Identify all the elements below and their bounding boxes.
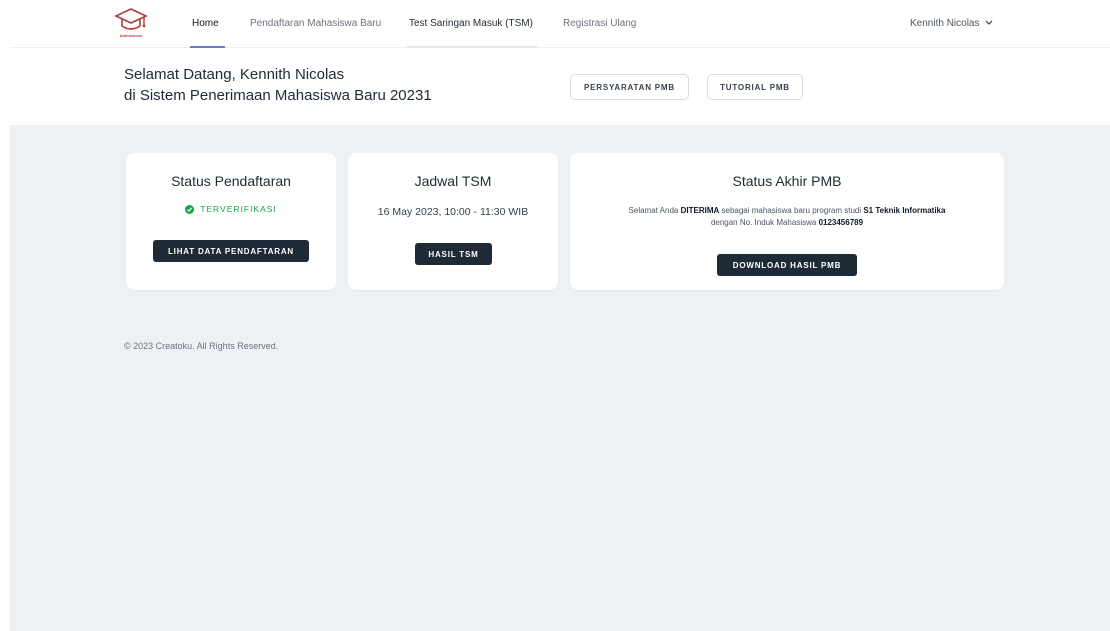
logo-text: Admissions bbox=[119, 33, 143, 38]
tutorial-pmb-button[interactable]: TUTORIAL PMB bbox=[707, 74, 803, 100]
acceptance-message: Selamat Anda DITERIMA sebagai mahasiswa … bbox=[586, 205, 988, 229]
msg-text: sebagai mahasiswa baru program studi bbox=[719, 206, 864, 215]
msg-text: dengan No. Induk Mahasiswa bbox=[710, 218, 819, 227]
status-akhir-pmb-title: Status Akhir PMB bbox=[732, 173, 842, 189]
status-akhir-pmb-card: Status Akhir PMB Selamat Anda DITERIMA s… bbox=[570, 153, 1004, 290]
msg-student-id: 0123456789 bbox=[818, 218, 864, 227]
main-content: Status Pendaftaran TERVERIFIKASI LIHAT D… bbox=[10, 125, 1110, 631]
lihat-data-pendaftaran-button[interactable]: LIHAT DATA PENDAFTARAN bbox=[153, 240, 309, 262]
page-header: Selamat Datang, Kennith Nicolas di Siste… bbox=[10, 49, 1110, 125]
msg-text: Selamat Anda bbox=[628, 206, 681, 215]
user-name: Kennith Nicolas bbox=[910, 18, 980, 30]
nav-pendaftaran[interactable]: Pendaftaran Mahasiswa Baru bbox=[250, 18, 381, 29]
status-pendaftaran-title: Status Pendaftaran bbox=[171, 173, 291, 189]
nav-active-indicator bbox=[190, 46, 225, 48]
nav-tsm-indicator bbox=[407, 46, 537, 48]
user-menu[interactable]: Kennith Nicolas bbox=[910, 18, 993, 29]
welcome-greeting: Selamat Datang, Kennith Nicolas bbox=[124, 66, 345, 83]
welcome-subtitle: di Sistem Penerimaan Mahasiswa Baru 2023… bbox=[124, 87, 432, 104]
msg-program: S1 Teknik Informatika bbox=[863, 206, 946, 215]
tsm-schedule-datetime: 16 May 2023, 10:00 - 11:30 WIB bbox=[377, 206, 529, 218]
status-pendaftaran-card: Status Pendaftaran TERVERIFIKASI LIHAT D… bbox=[126, 153, 336, 290]
app-frame: Admissions Home Pendaftaran Mahasiswa Ba… bbox=[10, 0, 1110, 631]
footer-copyright: © 2023 Creatoku. All Rights Reserved. bbox=[124, 341, 279, 351]
nav-tsm[interactable]: Test Saringan Masuk (TSM) bbox=[409, 18, 533, 29]
check-circle-icon bbox=[185, 204, 195, 214]
download-hasil-pmb-button[interactable]: DOWNLOAD HASIL PMB bbox=[717, 254, 857, 276]
verification-status-text: TERVERIFIKASI bbox=[200, 204, 277, 214]
jadwal-tsm-title: Jadwal TSM bbox=[414, 173, 492, 189]
nav-home[interactable]: Home bbox=[192, 18, 219, 29]
msg-accepted: DITERIMA bbox=[680, 206, 720, 215]
hasil-tsm-button[interactable]: HASIL TSM bbox=[415, 243, 492, 265]
verification-status: TERVERIFIKASI bbox=[126, 204, 336, 214]
nav-registrasi-ulang[interactable]: Registrasi Ulang bbox=[563, 18, 636, 29]
jadwal-tsm-card: Jadwal TSM 16 May 2023, 10:00 - 11:30 WI… bbox=[348, 153, 558, 290]
persyaratan-pmb-button[interactable]: PERSYARATAN PMB bbox=[570, 74, 689, 100]
chevron-down-icon bbox=[985, 18, 993, 29]
top-navbar: Admissions Home Pendaftaran Mahasiswa Ba… bbox=[10, 0, 1110, 48]
